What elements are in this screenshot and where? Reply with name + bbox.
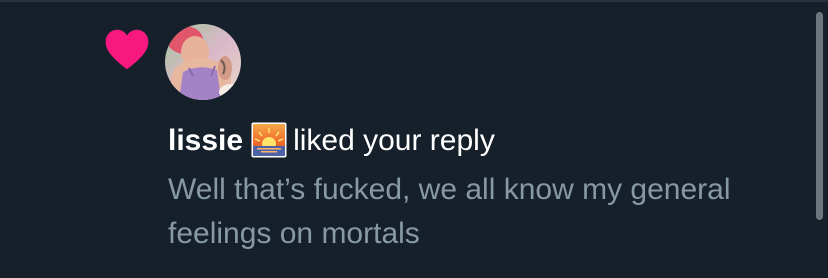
action-text: liked your reply — [293, 124, 495, 157]
avatar[interactable] — [165, 24, 241, 100]
sunrise-icon — [251, 122, 287, 158]
notification-title: lissie liked your reply — [168, 121, 495, 161]
divider — [0, 0, 828, 2]
notification-item[interactable]: lissie liked your reply Well that’s fuck… — [0, 0, 828, 278]
heart-icon — [105, 29, 149, 70]
scrollbar-thumb[interactable] — [816, 12, 823, 220]
user-name-link[interactable]: lissie — [168, 124, 243, 157]
reply-preview: Well that’s fucked, we all know my gener… — [168, 173, 731, 250]
